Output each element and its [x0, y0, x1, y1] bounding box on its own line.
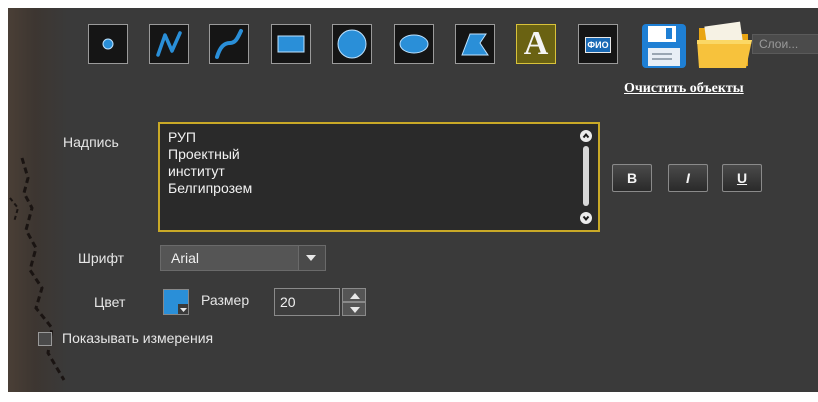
- show-measurements-checkbox[interactable]: [38, 332, 52, 346]
- ellipse-icon: [399, 34, 429, 54]
- size-decrement-button[interactable]: [342, 302, 366, 316]
- caption-line: Проектный: [168, 146, 240, 162]
- color-label: Цвет: [94, 294, 126, 310]
- point-icon: [102, 38, 114, 50]
- bold-button[interactable]: B: [612, 164, 652, 192]
- curve-icon: [215, 29, 243, 59]
- folder-icon[interactable]: [696, 18, 754, 72]
- caption-label: Надпись: [63, 134, 119, 150]
- size-label: Размер: [201, 292, 250, 308]
- text-icon: A: [523, 25, 549, 62]
- scroll-down-button[interactable]: [580, 212, 592, 224]
- chevron-down-icon: [180, 308, 187, 312]
- caption-scrollbar[interactable]: [580, 130, 592, 224]
- size-input[interactable]: 20: [274, 288, 340, 316]
- circle-tool[interactable]: [332, 24, 372, 64]
- scroll-up-button[interactable]: [580, 130, 592, 142]
- rectangle-tool[interactable]: [271, 24, 311, 64]
- chevron-up-icon: [350, 293, 360, 299]
- chevron-down-icon: [350, 307, 360, 313]
- scroll-thumb[interactable]: [583, 146, 589, 206]
- fio-tool[interactable]: ФИО: [578, 24, 618, 64]
- layers-search-input[interactable]: Слои...: [752, 34, 818, 54]
- chevron-down-icon: [582, 215, 590, 222]
- curve-tool[interactable]: [209, 24, 249, 64]
- polyline-tool[interactable]: [149, 24, 189, 64]
- caption-textarea[interactable]: РУП Проектный институт Белгипрозем: [158, 122, 600, 232]
- chevron-down-icon: [306, 255, 316, 261]
- polygon-tool[interactable]: [455, 24, 495, 64]
- rectangle-icon: [277, 35, 305, 53]
- caption-text: РУП Проектный институт Белгипрозем: [168, 129, 252, 197]
- caption-line: Белгипрозем: [168, 180, 253, 196]
- drawing-panel: A ФИО Слои... Очистить объекты Надпись Р…: [8, 8, 818, 392]
- fio-icon: ФИО: [585, 37, 611, 53]
- caption-line: РУП: [168, 129, 196, 145]
- size-increment-button[interactable]: [342, 288, 366, 302]
- text-tool[interactable]: A: [516, 24, 556, 64]
- clear-objects-link[interactable]: Очистить объекты: [624, 81, 744, 97]
- size-stepper[interactable]: [342, 288, 366, 316]
- floppy-disk-icon[interactable]: [640, 22, 688, 70]
- font-select[interactable]: Arial: [160, 245, 326, 271]
- polygon-icon: [461, 33, 489, 56]
- polyline-icon: [156, 31, 182, 57]
- underline-button[interactable]: U: [722, 164, 762, 192]
- point-tool[interactable]: [88, 24, 128, 64]
- font-value: Arial: [171, 250, 200, 266]
- caption-line: институт: [168, 163, 225, 179]
- chevron-up-icon: [582, 132, 590, 139]
- font-dropdown-button[interactable]: [298, 246, 325, 270]
- italic-button[interactable]: I: [668, 164, 708, 192]
- show-measurements-label: Показывать измерения: [62, 330, 214, 346]
- circle-icon: [337, 29, 367, 59]
- font-label: Шрифт: [78, 250, 125, 266]
- color-picker[interactable]: [163, 289, 189, 315]
- ellipse-tool[interactable]: [394, 24, 434, 64]
